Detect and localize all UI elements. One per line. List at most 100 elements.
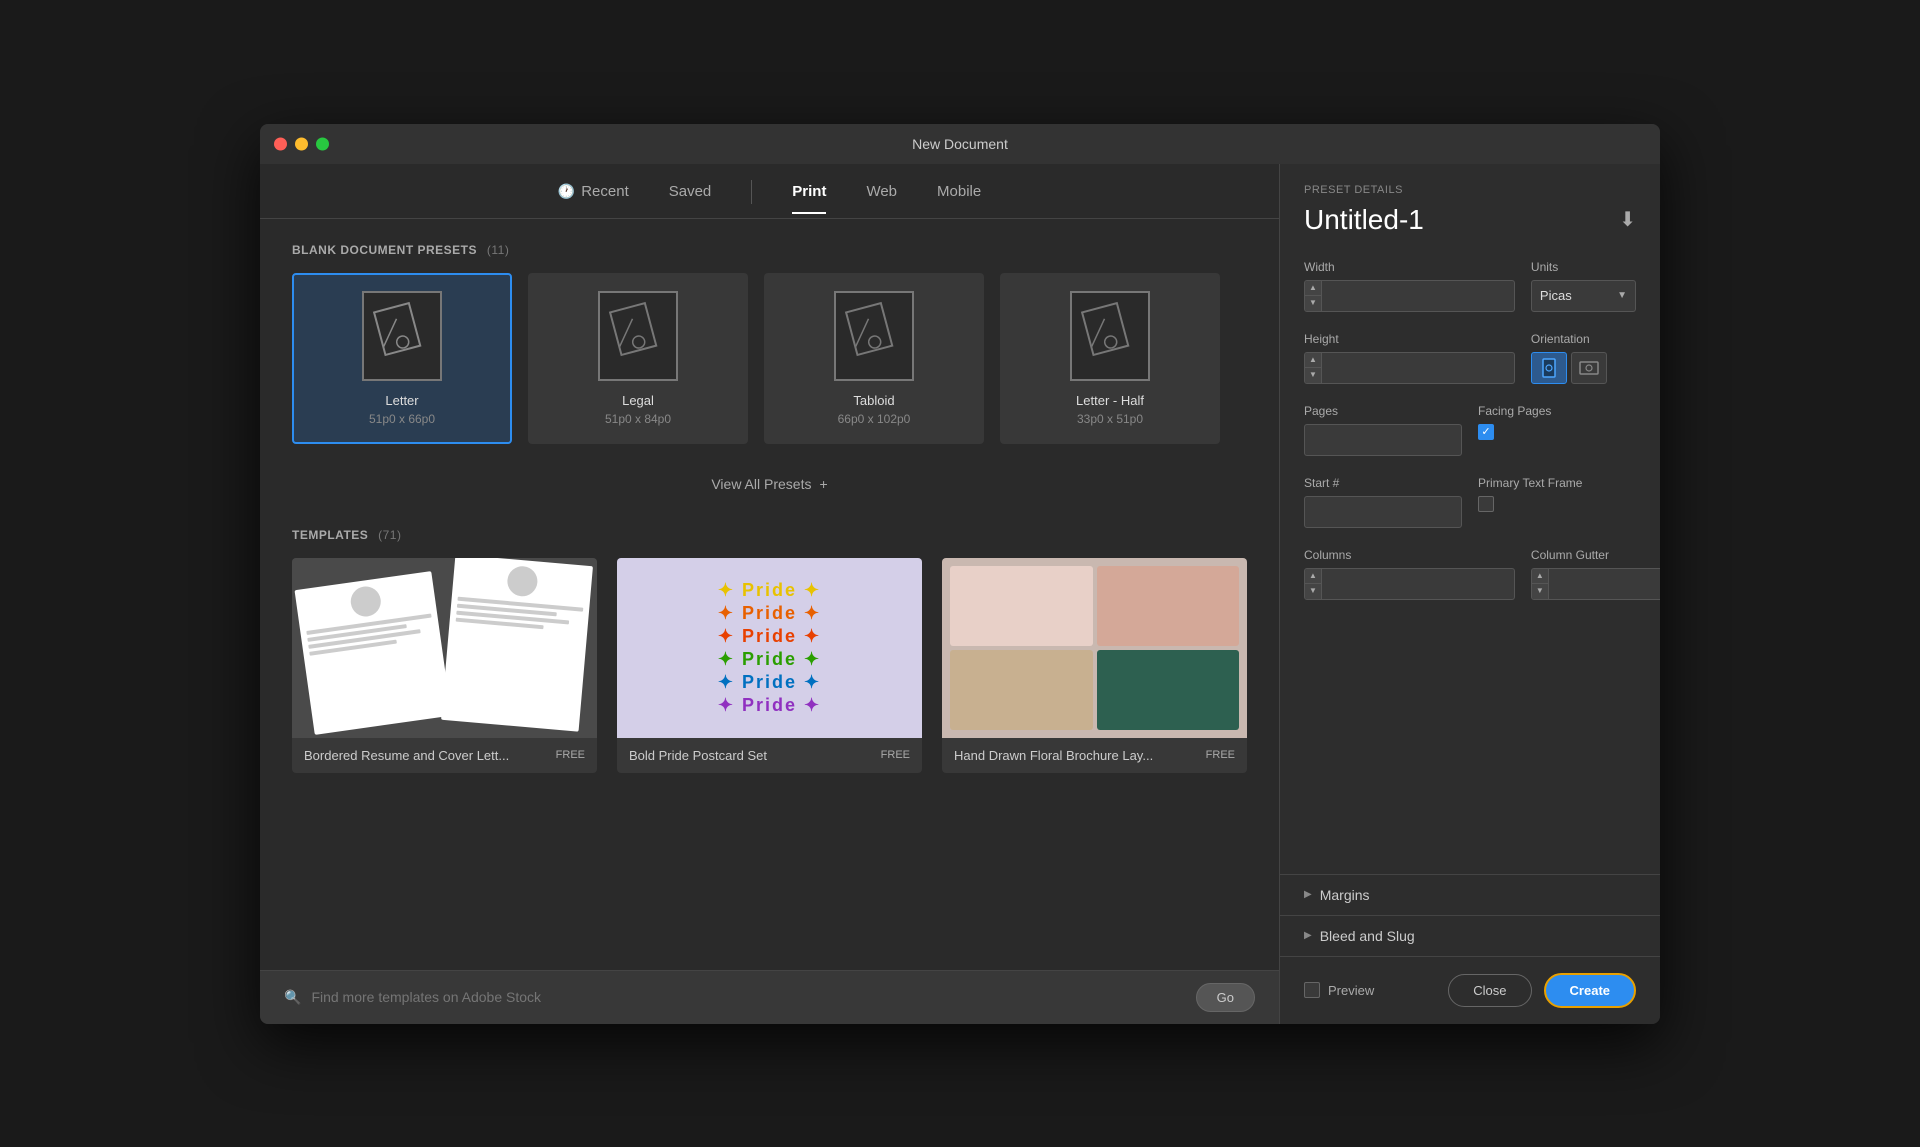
units-value: Picas xyxy=(1540,288,1572,303)
modal-body: 🕐 Recent Saved Print Web Mobile xyxy=(260,164,1660,1024)
template-pride-info: Bold Pride Postcard Set FREE xyxy=(617,738,922,773)
preset-letter-half[interactable]: Letter - Half 33p0 x 51p0 xyxy=(1000,273,1220,444)
search-input[interactable] xyxy=(311,989,1183,1005)
content-area: BLANK DOCUMENT PRESETS (11) xyxy=(260,219,1279,970)
close-button[interactable]: Close xyxy=(1448,974,1531,1007)
width-label: Width xyxy=(1304,260,1515,274)
column-gutter-group: Column Gutter ▲ ▼ 1p0 xyxy=(1531,548,1660,600)
pages-field[interactable]: 1 xyxy=(1304,424,1462,456)
template-floral-badge: FREE xyxy=(1206,749,1235,761)
traffic-lights xyxy=(274,137,329,150)
bleed-slug-section: ▶ Bleed and Slug xyxy=(1280,915,1660,956)
go-button[interactable]: Go xyxy=(1196,983,1255,1012)
ptf-label: Primary Text Frame xyxy=(1478,476,1636,490)
close-traffic-light[interactable] xyxy=(274,137,287,150)
maximize-traffic-light[interactable] xyxy=(316,137,329,150)
template-floral-thumb xyxy=(942,558,1247,738)
create-button[interactable]: Create xyxy=(1544,973,1636,1008)
columns-increment[interactable]: ▲ xyxy=(1305,569,1321,585)
tab-recent[interactable]: 🕐 Recent xyxy=(558,183,629,214)
facing-pages-checkbox-group: ✓ xyxy=(1478,424,1636,440)
columns-field[interactable]: 1 xyxy=(1322,576,1514,591)
tab-web[interactable]: Web xyxy=(866,183,897,214)
tab-saved[interactable]: Saved xyxy=(669,183,712,214)
minimize-traffic-light[interactable] xyxy=(295,137,308,150)
presets-header: BLANK DOCUMENT PRESETS (11) xyxy=(292,243,1247,257)
preset-details-name-row: Untitled-1 ⬇ xyxy=(1304,204,1636,236)
columns-group: Columns ▲ ▼ 1 xyxy=(1304,548,1515,600)
column-gutter-label: Column Gutter xyxy=(1531,548,1660,562)
recent-icon: 🕐 xyxy=(558,183,575,200)
margins-section: ▶ Margins xyxy=(1280,874,1660,915)
portrait-button[interactable] xyxy=(1531,352,1567,384)
template-floral[interactable]: Hand Drawn Floral Brochure Lay... FREE xyxy=(942,558,1247,773)
save-preset-icon[interactable]: ⬇ xyxy=(1619,207,1636,232)
preset-letter-icon xyxy=(362,291,442,381)
units-label: Units xyxy=(1531,260,1636,274)
ptf-group: Primary Text Frame xyxy=(1478,476,1636,528)
height-increment[interactable]: ▲ xyxy=(1305,353,1321,369)
tab-mobile[interactable]: Mobile xyxy=(937,183,981,214)
preset-tabloid-size: 66p0 x 102p0 xyxy=(838,412,911,426)
window-title: New Document xyxy=(912,136,1008,152)
ptf-checkbox-group xyxy=(1478,496,1636,512)
preset-letter-half-icon xyxy=(1070,291,1150,381)
columns-decrement[interactable]: ▼ xyxy=(1305,584,1321,599)
width-units-row: Width ▲ ▼ 51p0 Units Picas xyxy=(1304,260,1636,312)
bleed-slug-arrow-icon: ▶ xyxy=(1304,930,1312,941)
width-group: Width ▲ ▼ 51p0 xyxy=(1304,260,1515,312)
landscape-button[interactable] xyxy=(1571,352,1607,384)
new-document-dialog: New Document 🕐 Recent Saved Print Web xyxy=(260,124,1660,1024)
search-wrapper: 🔍 xyxy=(284,989,1184,1006)
column-gutter-field[interactable]: 1p0 xyxy=(1549,576,1660,591)
width-field[interactable]: 51p0 xyxy=(1322,288,1514,303)
column-gutter-steppers: ▲ ▼ xyxy=(1532,569,1549,599)
template-pride-thumb: ✦ Pride ✦ ✦ Pride ✦ ✦ Pride ✦ ✦ Pride ✦ … xyxy=(617,558,922,738)
ptf-checkbox[interactable] xyxy=(1478,496,1494,512)
preset-legal-size: 51p0 x 84p0 xyxy=(605,412,671,426)
facing-pages-label: Facing Pages xyxy=(1478,404,1636,418)
bleed-slug-label: Bleed and Slug xyxy=(1320,928,1415,944)
height-orientation-row: Height ▲ ▼ 66p0 Orientation xyxy=(1304,332,1636,384)
search-icon: 🔍 xyxy=(284,989,301,1006)
preset-tabloid[interactable]: Tabloid 66p0 x 102p0 xyxy=(764,273,984,444)
pages-facing-row: Pages 1 Facing Pages ✓ xyxy=(1304,404,1636,456)
facing-pages-checkbox[interactable]: ✓ xyxy=(1478,424,1494,440)
height-decrement[interactable]: ▼ xyxy=(1305,368,1321,383)
tab-print[interactable]: Print xyxy=(792,183,826,214)
start-label: Start # xyxy=(1304,476,1462,490)
margins-label: Margins xyxy=(1320,887,1370,903)
column-gutter-decrement[interactable]: ▼ xyxy=(1532,584,1548,599)
view-all-presets-button[interactable]: View All Presets + xyxy=(292,464,1247,504)
preview-checkbox[interactable] xyxy=(1304,982,1320,998)
preset-letter-half-size: 33p0 x 51p0 xyxy=(1077,412,1143,426)
columns-gutter-row: Columns ▲ ▼ 1 Column Gutter xyxy=(1304,548,1636,600)
template-pride-name: Bold Pride Postcard Set xyxy=(629,748,767,763)
template-resume-name: Bordered Resume and Cover Lett... xyxy=(304,748,509,763)
preview-row: Preview xyxy=(1304,982,1374,998)
height-field[interactable]: 66p0 xyxy=(1322,360,1514,375)
width-increment[interactable]: ▲ xyxy=(1305,281,1321,297)
margins-toggle[interactable]: ▶ Margins xyxy=(1304,887,1636,903)
column-gutter-increment[interactable]: ▲ xyxy=(1532,569,1548,585)
pages-label: Pages xyxy=(1304,404,1462,418)
height-label: Height xyxy=(1304,332,1515,346)
orientation-group: Orientation xyxy=(1531,332,1636,384)
preset-legal[interactable]: Legal 51p0 x 84p0 xyxy=(528,273,748,444)
template-floral-info: Hand Drawn Floral Brochure Lay... FREE xyxy=(942,738,1247,773)
preset-details: PRESET DETAILS Untitled-1 ⬇ Width ▲ ▼ xyxy=(1280,164,1660,874)
left-panel: 🕐 Recent Saved Print Web Mobile xyxy=(260,164,1280,1024)
units-select[interactable]: Picas ▼ xyxy=(1531,280,1636,312)
template-resume[interactable]: Bordered Resume and Cover Lett... FREE xyxy=(292,558,597,773)
height-input-wrapper: ▲ ▼ 66p0 xyxy=(1304,352,1515,384)
column-gutter-input-wrapper: ▲ ▼ 1p0 xyxy=(1531,568,1660,600)
preset-tabloid-name: Tabloid xyxy=(853,393,894,408)
bleed-slug-toggle[interactable]: ▶ Bleed and Slug xyxy=(1304,928,1636,944)
width-input-wrapper: ▲ ▼ 51p0 xyxy=(1304,280,1515,312)
units-arrow: ▼ xyxy=(1617,290,1627,301)
width-decrement[interactable]: ▼ xyxy=(1305,296,1321,311)
preset-letter[interactable]: Letter 51p0 x 66p0 xyxy=(292,273,512,444)
preset-legal-name: Legal xyxy=(622,393,654,408)
template-pride[interactable]: ✦ Pride ✦ ✦ Pride ✦ ✦ Pride ✦ ✦ Pride ✦ … xyxy=(617,558,922,773)
start-field[interactable]: 1 xyxy=(1304,496,1462,528)
